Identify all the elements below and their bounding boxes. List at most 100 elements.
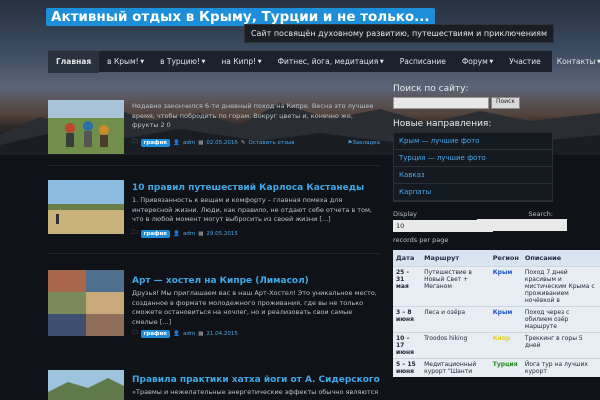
- post-excerpt: Друзья! Мы приглашаем вас в наш Арт-Хост…: [132, 289, 377, 326]
- calendar-icon: ▦: [198, 230, 204, 237]
- post-2: 10 правил путешествий Карлоса Кастанеды …: [48, 180, 380, 240]
- table-controls: Display Search:: [393, 210, 553, 218]
- table-row[interactable]: 5 – 15 июня Медитационный курорт "Шанти Ту…: [393, 357, 600, 377]
- post-comments-link[interactable]: Оставить отзыв: [249, 140, 295, 146]
- post-thumbnail[interactable]: [48, 370, 124, 400]
- post-thumbnail[interactable]: [48, 270, 124, 336]
- nav-item-label: Главная: [56, 56, 92, 66]
- post-thumbnail[interactable]: [48, 180, 124, 234]
- post-excerpt: 1. Привязанность к вещам и комфорту – гл…: [132, 196, 373, 223]
- new-direction-link[interactable]: Турция — лучшие фото: [394, 150, 552, 167]
- nav-item[interactable]: в Турцию! ▼: [152, 51, 213, 73]
- post-meta: 🗀 график 👤 adm ▦ 29.05.2015: [132, 228, 380, 239]
- table-cell-date: 25 - 31 мая: [393, 265, 422, 306]
- new-direction-link[interactable]: Карпаты: [394, 184, 552, 201]
- post-body: Недавно закончился 6-ти дневный поход на…: [132, 102, 380, 131]
- search-button[interactable]: Поиск: [491, 97, 521, 109]
- table-cell-desc: Треккинг в горы 5 дней: [521, 331, 600, 358]
- post-title[interactable]: Арт — хостел на Кипре (Лимасол): [132, 276, 380, 286]
- caret-down-icon: ▼: [378, 58, 384, 65]
- table-header-cell[interactable]: Дата: [393, 250, 422, 266]
- bookmark-link[interactable]: ⚑Закладка: [347, 140, 380, 146]
- post-body: 10 правил путешествий Карлоса Кастанеды …: [132, 183, 380, 225]
- table-cell-date: 3 – 8 июня: [393, 305, 422, 332]
- new-directions-list: Крым — лучшие фото Турция — лучшие фото Ка…: [393, 132, 553, 202]
- main-nav: Главная в Крым! ▼ в Турцию! ▼ на Кипр! ▼ Фит…: [48, 50, 600, 73]
- table-cell-desc: Йога тур на лучших курорт: [521, 357, 600, 377]
- sidebar: Поиск по сайту: Поиск Новые направления:…: [393, 84, 553, 202]
- new-direction-link[interactable]: Кавказ: [394, 167, 552, 184]
- site-search-input[interactable]: [393, 97, 489, 109]
- table-cell-desc: Поход 7 дней красивым и мистическим Крым…: [521, 265, 600, 306]
- table-cell-route: Путешествие в Новый Свет + Меганом: [421, 265, 490, 306]
- post-excerpt: Недавно закончился 6-ти дневный поход на…: [132, 102, 374, 129]
- post-4: Правила практики хатха йоги от А. Сидерс…: [48, 370, 380, 400]
- table-row[interactable]: 10 – 17 июня Troodos hiking Кипр Треккинг в…: [393, 331, 600, 358]
- nav-item[interactable]: в Крым! ▼: [99, 51, 152, 73]
- folder-icon: 🗀: [132, 330, 138, 336]
- post-meta: 🗀 график 👤 adm ▦ 21.04.2015: [132, 328, 380, 339]
- nav-item[interactable]: Форум ▼: [454, 51, 501, 73]
- calendar-icon: ▦: [198, 330, 204, 337]
- post-title[interactable]: Правила практики хатха йоги от А. Сидерс…: [132, 375, 380, 385]
- table-cell-region: Турция: [489, 357, 522, 377]
- table-cell-route: Леса и озёра: [421, 305, 490, 332]
- nav-item-label: в Турцию!: [160, 56, 200, 66]
- post-3: Арт — хостел на Кипре (Лимасол) Друзья! …: [48, 270, 380, 340]
- post-date[interactable]: 29.05.2015: [206, 231, 238, 237]
- nav-item-label: Форум: [461, 56, 488, 66]
- caret-down-icon: ▼: [487, 58, 494, 65]
- bookmark-label: Закладка: [352, 139, 380, 146]
- category-badge[interactable]: график: [140, 229, 171, 238]
- nav-item-label: Контакты: [556, 56, 596, 66]
- user-icon: 👤: [173, 330, 180, 337]
- nav-item[interactable]: Фитнес, йога, медитация ▼: [270, 51, 392, 73]
- table-cell-region: Крым: [489, 305, 522, 332]
- post-date[interactable]: 21.04.2015: [206, 331, 238, 337]
- nav-item-label: на Кипр!: [221, 56, 257, 66]
- table-cell-date: 10 – 17 июня: [393, 331, 422, 358]
- comment-icon: ✎: [240, 139, 246, 146]
- caret-down-icon: ▼: [256, 58, 262, 65]
- search-form: Поиск: [393, 97, 553, 109]
- post-body: Арт — хостел на Кипре (Лимасол) Друзья! …: [132, 276, 380, 327]
- table-cell-route: Troodos hiking: [421, 331, 490, 358]
- nav-item[interactable]: Главная: [48, 50, 100, 73]
- post-author[interactable]: adm: [183, 231, 195, 237]
- category-badge[interactable]: график: [140, 329, 171, 338]
- calendar-icon: ▦: [198, 139, 204, 146]
- schedule-table-widget: Display Search: 10 records per page Дата…: [393, 210, 600, 377]
- table-row[interactable]: 25 - 31 мая Путешествие в Новый Свет + Ме…: [393, 265, 600, 306]
- table-cell-region: Кипр: [489, 331, 522, 358]
- nav-item-label: Расписание: [399, 56, 446, 66]
- new-direction-link[interactable]: Крым — лучшие фото: [394, 133, 552, 150]
- caret-down-icon: ▼: [138, 58, 145, 65]
- post-author[interactable]: adm: [183, 140, 195, 146]
- post-title[interactable]: 10 правил путешествий Карлоса Кастанеды: [132, 183, 380, 193]
- caret-down-icon: ▼: [596, 58, 600, 65]
- user-icon: 👤: [173, 139, 180, 146]
- post-separator: [48, 165, 380, 166]
- table-cell-date: 5 – 15 июня: [393, 357, 422, 377]
- table-header-cell[interactable]: Описание: [521, 250, 600, 266]
- table-cell-region: Крым: [489, 265, 522, 306]
- table-search-label: Search:: [528, 210, 553, 218]
- nav-item-label: в Крым!: [107, 56, 139, 66]
- records-per-page-label: records per page: [393, 236, 449, 244]
- nav-item[interactable]: Участие: [501, 51, 549, 73]
- table-row[interactable]: 3 – 8 июня Леса и озёра Крым Поход через с …: [393, 305, 600, 332]
- nav-item[interactable]: Расписание: [392, 51, 454, 73]
- table-search-input[interactable]: [477, 219, 567, 231]
- table-cell-desc: Поход через с обилием озёр маршруте: [521, 305, 600, 332]
- nav-item[interactable]: на Кипр! ▼: [213, 51, 269, 73]
- post-date[interactable]: 02.05.2016: [206, 140, 238, 146]
- search-widget-title: Поиск по сайту:: [393, 84, 469, 94]
- nav-item[interactable]: Контакты ▼: [549, 51, 600, 73]
- category-badge[interactable]: график: [140, 138, 171, 147]
- folder-icon: 🗀: [132, 139, 138, 145]
- table-header-cell[interactable]: Регион: [489, 250, 522, 266]
- table-header-cell[interactable]: Маршрут: [421, 250, 490, 266]
- post-author[interactable]: adm: [183, 331, 195, 337]
- post-thumbnail[interactable]: [48, 100, 124, 154]
- nav-item-label: Участие: [509, 56, 541, 66]
